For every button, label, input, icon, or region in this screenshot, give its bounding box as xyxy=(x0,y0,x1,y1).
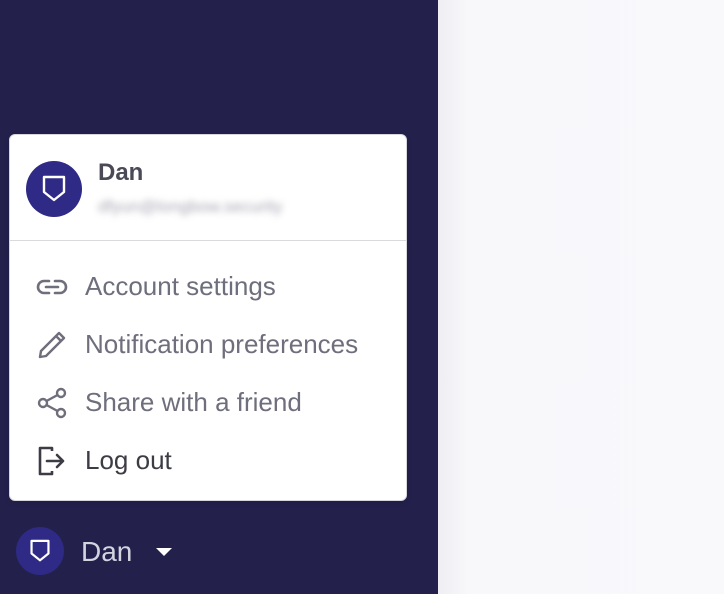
link-icon xyxy=(36,279,68,295)
shield-icon xyxy=(42,175,66,202)
menu-item-label: Log out xyxy=(85,445,172,475)
menu-item-label: Account settings xyxy=(85,271,276,301)
share-icon xyxy=(37,387,67,419)
chevron-down-icon xyxy=(156,548,172,556)
user-name: Dan xyxy=(81,536,133,567)
avatar xyxy=(26,161,82,217)
menu-item-label: Share with a friend xyxy=(85,387,302,417)
menu-item-account-settings[interactable]: Account settings xyxy=(10,260,406,312)
user-name: Dan xyxy=(98,159,144,186)
main-content xyxy=(438,0,724,594)
menu-item-log-out[interactable]: Log out xyxy=(10,434,406,486)
user-email: dfyun@longbow.security xyxy=(98,197,283,216)
menu-item-notification-preferences[interactable]: Notification preferences xyxy=(10,318,406,370)
app-window: Dan dfyun@longbow.security Account setti… xyxy=(0,0,724,594)
user-menu-header: Dan dfyun@longbow.security xyxy=(10,135,406,241)
user-menu-dropdown: Dan dfyun@longbow.security Account setti… xyxy=(9,134,407,501)
menu-item-share-with-friend[interactable]: Share with a friend xyxy=(10,376,406,428)
user-menu-trigger[interactable]: Dan xyxy=(16,527,186,577)
avatar xyxy=(16,527,64,575)
shield-icon xyxy=(30,539,50,562)
menu-item-label: Notification preferences xyxy=(85,329,359,359)
logout-icon xyxy=(38,446,65,476)
pencil-icon xyxy=(38,331,66,359)
